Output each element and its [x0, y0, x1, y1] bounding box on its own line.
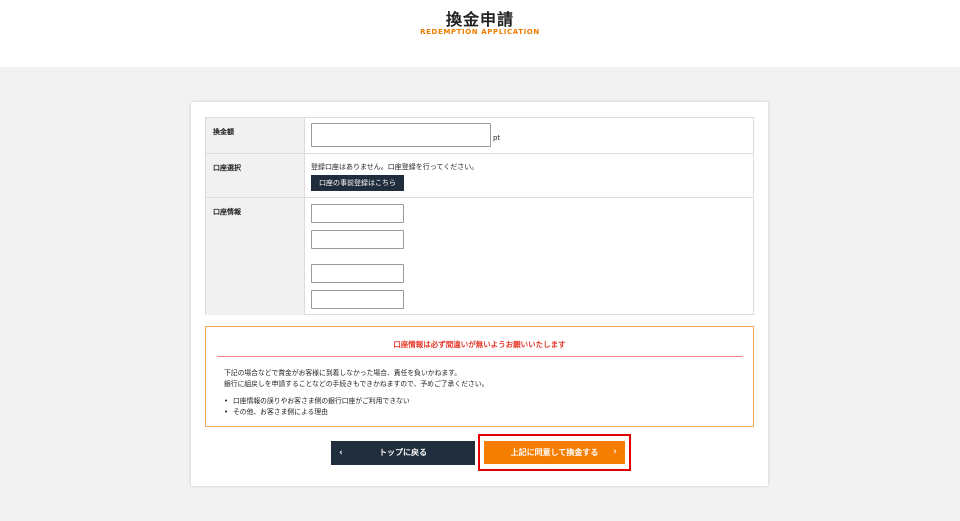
form-card: 換金額 pt 口座選択 登録口座はありません。口座登録を行ってください。 口座の…: [191, 102, 768, 486]
account-info-row: 口座情報: [206, 198, 753, 315]
back-to-top-label: トップに戻る: [379, 448, 427, 457]
account-field-2[interactable]: [311, 230, 404, 249]
account-info-label: 口座情報: [206, 198, 305, 315]
register-account-button[interactable]: 口座の事前登録はこちら: [311, 175, 404, 191]
notice-line-1: 下記の場合などで賞金がお客様に到着しなかった場合、責任を負いかねます。: [224, 369, 462, 377]
account-select-label: 口座選択: [206, 154, 305, 197]
notice-bullet-1: 口座情報の誤りやお客さま側の銀行口座がご利用できない: [224, 395, 410, 405]
amount-row: 換金額 pt: [206, 118, 753, 154]
amount-input[interactable]: [311, 123, 491, 147]
page-header: 換金申請 REDEMPTION APPLICATION: [0, 0, 960, 67]
account-field-3[interactable]: [311, 264, 404, 283]
amount-label: 換金額: [206, 118, 305, 153]
notice-box: 口座情報は必ず間違いが無いようお願いいたします 下記の場合などで賞金がお客様に到…: [205, 326, 754, 427]
page-subtitle: REDEMPTION APPLICATION: [420, 28, 540, 36]
account-info-cell: [305, 198, 753, 315]
page-title: 換金申請: [445, 10, 514, 29]
agree-button-highlight: 上記に同意して換金する ›: [478, 434, 631, 471]
amount-unit: pt: [493, 134, 501, 142]
chevron-right-icon: ›: [613, 447, 617, 457]
amount-cell: pt: [305, 118, 753, 153]
notice-title: 口座情報は必ず間違いが無いようお願いいたします: [393, 340, 566, 349]
account-select-cell: 登録口座はありません。口座登録を行ってください。 口座の事前登録はこちら: [305, 154, 753, 197]
agree-and-redeem-label: 上記に同意して換金する: [510, 448, 599, 457]
notice-line-2: 銀行に組戻しを申請することなどの手続きもできかねますので、予めご了承ください。: [224, 380, 489, 388]
redemption-form-table: 換金額 pt 口座選択 登録口座はありません。口座登録を行ってください。 口座の…: [205, 117, 754, 315]
agree-and-redeem-button[interactable]: 上記に同意して換金する ›: [484, 441, 625, 464]
back-to-top-button[interactable]: ‹ トップに戻る: [331, 441, 475, 465]
account-field-4[interactable]: [311, 290, 404, 309]
notice-divider: [217, 356, 743, 357]
notice-bullet-2: その他、お客さま側による理由: [224, 406, 328, 416]
account-select-row: 口座選択 登録口座はありません。口座登録を行ってください。 口座の事前登録はこち…: [206, 154, 753, 198]
no-account-message: 登録口座はありません。口座登録を行ってください。: [311, 163, 479, 171]
account-field-1[interactable]: [311, 204, 404, 223]
